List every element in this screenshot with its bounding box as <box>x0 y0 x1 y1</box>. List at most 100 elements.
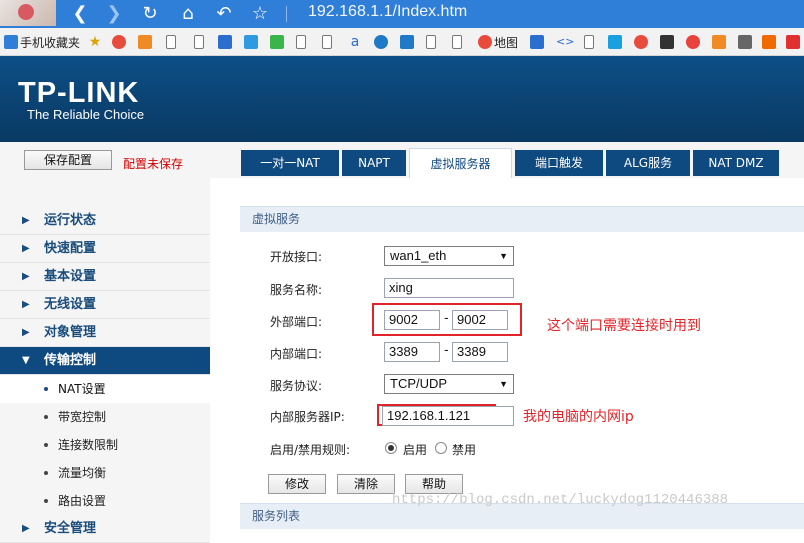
chrome-icon <box>112 35 126 49</box>
bookmark-a[interactable]: a <box>348 34 362 50</box>
modify-button[interactable]: 修改 <box>268 474 326 494</box>
bookmark-edge[interactable] <box>374 34 388 50</box>
sidebar-subitem-routing[interactable]: 路由设置 <box>0 487 210 515</box>
tab-nat-dmz[interactable]: NAT DMZ <box>693 150 779 176</box>
bookmark-weibo[interactable] <box>686 34 700 50</box>
help-button[interactable]: 帮助 <box>405 474 463 494</box>
tab-alg-service[interactable]: ALG服务 <box>606 150 690 176</box>
clear-button[interactable]: 清除 <box>337 474 395 494</box>
translate-icon <box>244 35 258 49</box>
home-icon[interactable]: ⌂ <box>176 2 200 26</box>
internal-port-start-input[interactable]: 3389 <box>384 342 440 362</box>
bookmark-play[interactable] <box>270 34 284 50</box>
page-icon <box>322 35 332 49</box>
dropdown-arrow-icon: ▼ <box>499 379 508 389</box>
save-config-button[interactable]: 保存配置 <box>24 150 112 170</box>
sidebar-subitem-load-balance[interactable]: 流量均衡 <box>0 459 210 487</box>
protocol-label: 服务协议: <box>270 379 323 393</box>
forward-icon[interactable]: ❯ <box>102 2 126 26</box>
service-name-input[interactable]: xing <box>384 278 514 298</box>
undo-icon[interactable]: ↶ <box>212 2 236 26</box>
refresh-icon[interactable]: ↻ <box>138 2 162 26</box>
bookmark-page[interactable] <box>322 34 332 50</box>
mail-icon <box>530 35 544 49</box>
caret-right-icon: ▶ <box>22 215 30 226</box>
bullet-icon <box>44 499 48 503</box>
sidebar-subitem-bandwidth[interactable]: 带宽控制 <box>0 403 210 431</box>
caret-right-icon: ▶ <box>22 271 30 282</box>
bookmark-shop[interactable] <box>762 34 776 50</box>
bookmark-mobile-favorites[interactable]: 手机收藏夹 <box>4 34 80 50</box>
internal-ip-input[interactable]: 192.168.1.121 <box>382 406 514 426</box>
bookmark-page[interactable] <box>452 34 462 50</box>
sidebar-item-basic-settings[interactable]: ▶ 基本设置 <box>0 263 210 291</box>
external-port-end-input[interactable]: 9002 <box>452 310 508 330</box>
sidebar-item-transmission[interactable]: ▼ 传输控制 <box>0 347 210 375</box>
enable-label: 启用 <box>403 443 428 457</box>
open-interface-select[interactable]: wan1_eth ▼ <box>384 246 514 266</box>
sidebar-subitem-connection-limit[interactable]: 连接数限制 <box>0 431 210 459</box>
rule-toggle-label: 启用/禁用规则: <box>270 443 351 457</box>
sidebar-menu: ▶ 运行状态 ▶ 快速配置 ▶ 基本设置 ▶ 无线设置 ▶ 对象管理 ▼ 传输控制 NAT设… <box>0 207 210 543</box>
bookmark-translate[interactable] <box>244 34 258 50</box>
app-icon <box>786 35 800 49</box>
sidebar-item-security[interactable]: ▶ 安全管理 <box>0 515 210 543</box>
sidebar-item-objects[interactable]: ▶ 对象管理 <box>0 319 210 347</box>
enable-radio[interactable] <box>385 442 397 454</box>
tab-napt[interactable]: NAPT <box>342 150 406 176</box>
bookmark-bird[interactable] <box>738 34 752 50</box>
sidebar-subitem-nat[interactable]: NAT设置 <box>0 375 210 403</box>
bookmark-map[interactable]: 地图 <box>478 34 518 50</box>
bookmark-page[interactable] <box>584 34 594 50</box>
disable-radio[interactable] <box>435 442 447 454</box>
letter-a-icon: a <box>350 34 360 50</box>
back-icon[interactable]: ❮ <box>68 2 92 26</box>
external-port-label: 外部端口: <box>270 315 323 329</box>
protocol-select[interactable]: TCP/UDP ▼ <box>384 374 514 394</box>
sidebar-item-status[interactable]: ▶ 运行状态 <box>0 207 210 235</box>
sidebar-item-wireless[interactable]: ▶ 无线设置 <box>0 291 210 319</box>
star-icon: ★ <box>88 34 102 50</box>
page-icon <box>194 35 204 49</box>
router-header: TP-LINK The Reliable Choice <box>0 56 804 142</box>
port-annotation: 这个端口需要连接时用到 <box>547 318 701 334</box>
bookmark-cloud[interactable] <box>138 34 152 50</box>
page-icon <box>166 35 176 49</box>
code-icon: <> <box>556 35 575 48</box>
at-icon <box>400 35 414 49</box>
external-port-start-input[interactable]: 9002 <box>384 310 440 330</box>
bookmark-more[interactable] <box>786 34 800 50</box>
service-name-label: 服务名称: <box>270 283 323 297</box>
bookmark-panda[interactable] <box>660 34 674 50</box>
bookmark-page[interactable] <box>194 34 204 50</box>
bookmark-page[interactable] <box>166 34 176 50</box>
address-bar[interactable]: 192.168.1.1/Index.htm <box>308 3 467 21</box>
caret-right-icon: ▶ <box>22 327 30 338</box>
bookmark-star[interactable]: ★ <box>88 34 102 50</box>
tab-one-to-one-nat[interactable]: 一对一NAT <box>241 150 339 176</box>
bookmark-page[interactable] <box>296 34 306 50</box>
caret-right-icon: ▶ <box>22 243 30 254</box>
internal-port-end-input[interactable]: 3389 <box>452 342 508 362</box>
bookmark-study[interactable] <box>608 34 622 50</box>
open-interface-label: 开放接口: <box>270 250 323 264</box>
internal-port-label: 内部端口: <box>270 347 323 361</box>
bookmark-page[interactable] <box>426 34 436 50</box>
bookmark-crown[interactable] <box>712 34 726 50</box>
bookmark-at[interactable] <box>400 34 414 50</box>
brand-slogan: The Reliable Choice <box>27 107 145 122</box>
star-icon[interactable]: ☆ <box>248 2 272 26</box>
avatar[interactable] <box>0 0 56 26</box>
section-title-virtual-service: 虚拟服务 <box>240 206 804 232</box>
page-icon <box>452 35 462 49</box>
bullet-icon <box>44 387 48 391</box>
bookmark-chrome[interactable] <box>112 34 126 50</box>
bookmark-code[interactable]: <> <box>556 34 575 50</box>
bookmark-paw[interactable] <box>218 34 232 50</box>
bookmark-spiral[interactable] <box>634 34 648 50</box>
sidebar-item-quick-setup[interactable]: ▶ 快速配置 <box>0 235 210 263</box>
watermark: https://blog.csdn.net/luckydog1120446388 <box>392 492 729 508</box>
tab-port-trigger[interactable]: 端口触发 <box>515 150 603 176</box>
bookmark-mail[interactable] <box>530 34 544 50</box>
tab-virtual-server[interactable]: 虚拟服务器 <box>409 148 512 178</box>
